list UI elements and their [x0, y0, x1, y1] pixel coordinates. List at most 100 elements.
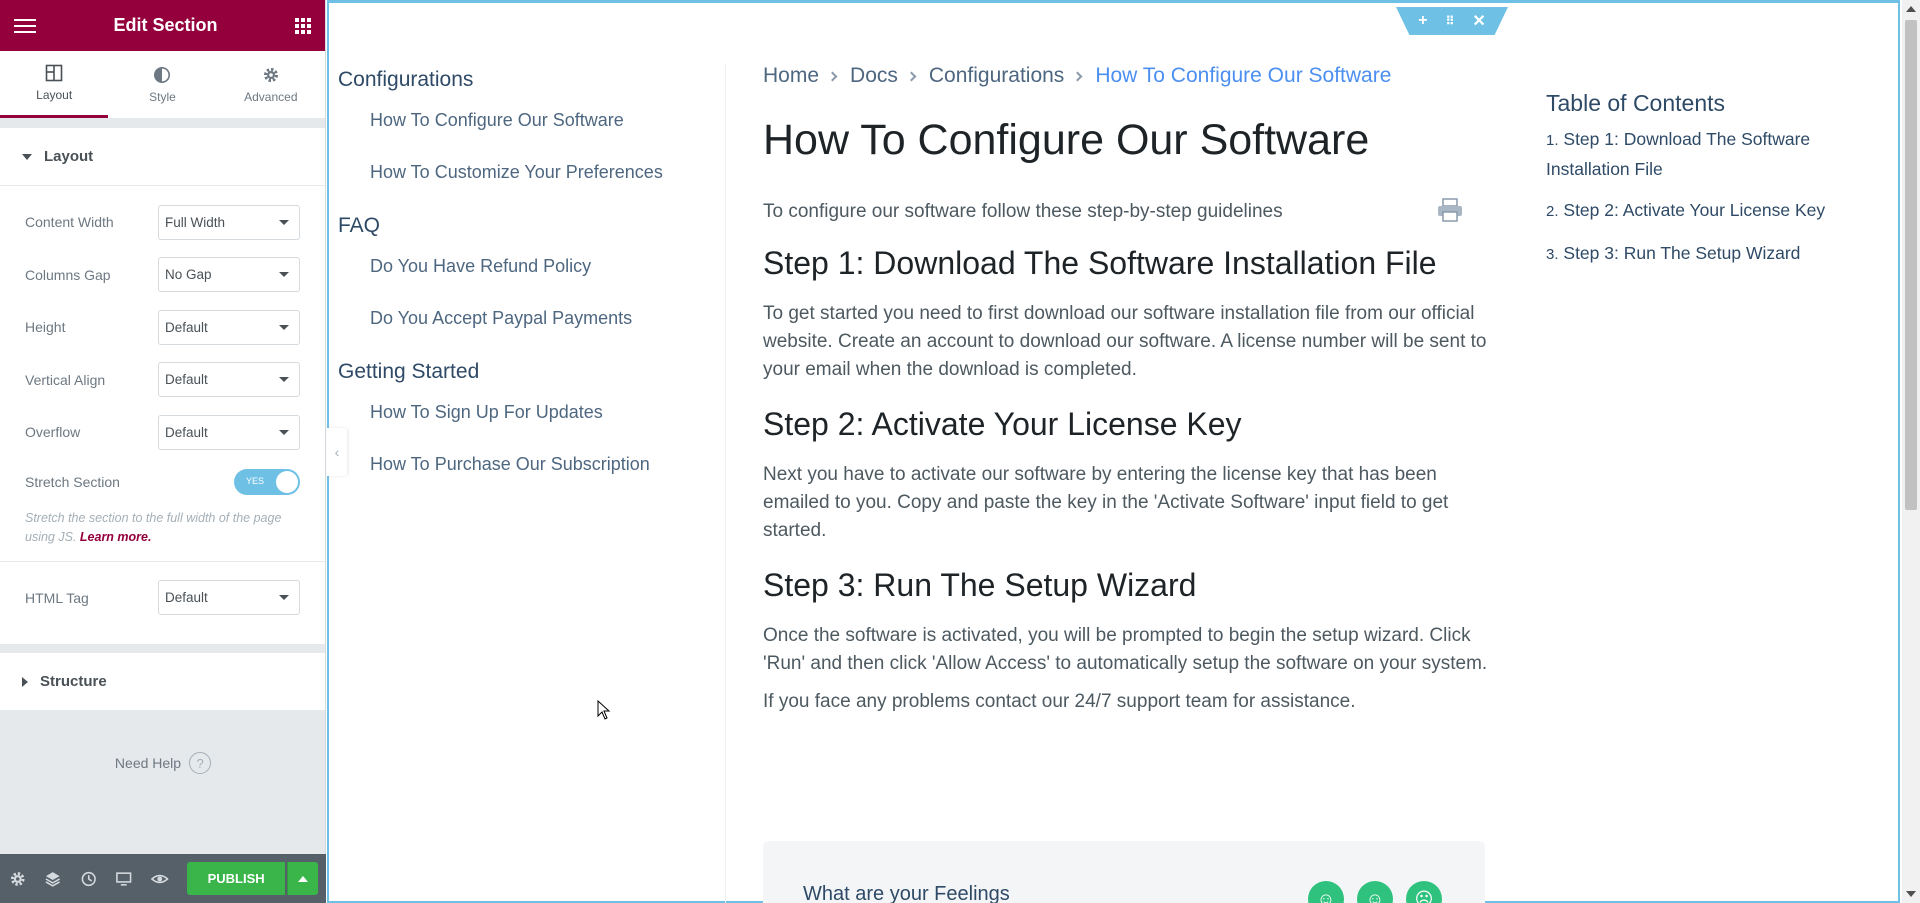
tab-style[interactable]: Style [108, 51, 216, 118]
need-help-link[interactable]: Need Help ? [0, 752, 326, 774]
vertical-align-select[interactable]: Default [158, 362, 300, 398]
docs-nav-link[interactable]: Do You Have Refund Policy [370, 256, 725, 277]
toc-number: 2. [1546, 203, 1559, 220]
control-html-tag: HTML Tag Default [25, 572, 300, 625]
dropdown-arrow-icon [279, 219, 289, 225]
toc-link[interactable]: 3. Step 3: Run The Setup Wizard [1546, 239, 1866, 269]
print-icon[interactable] [1436, 198, 1464, 222]
chevron-up-icon [297, 875, 308, 882]
height-label: Height [25, 319, 66, 336]
tab-layout-label: Layout [36, 88, 73, 102]
control-vertical-align: Vertical Align Default [25, 354, 300, 407]
scroll-thumb[interactable] [1905, 20, 1917, 510]
stretch-description-text: Stretch the section to the full width of… [25, 510, 282, 544]
docs-sidebar: Configurations How To Configure Our Soft… [338, 64, 726, 903]
history-icon[interactable] [79, 869, 98, 889]
structure-section-toggle[interactable]: Structure [0, 653, 325, 711]
stretch-section-label: Stretch Section [25, 473, 120, 490]
breadcrumb-current: How To Configure Our Software [1095, 64, 1392, 87]
vertical-align-value: Default [165, 372, 208, 388]
category-title[interactable]: Configurations [338, 68, 725, 92]
delete-section-icon[interactable]: ✕ [1472, 11, 1485, 31]
tab-layout[interactable]: Layout [0, 51, 109, 118]
layout-controls: Content Width Full Width Columns Gap No … [0, 186, 325, 644]
control-stretch-section: Stretch Section YES [25, 459, 300, 505]
tab-style-label: Style [149, 89, 176, 104]
stretch-section-toggle[interactable]: YES [234, 468, 300, 495]
sad-emoji-icon[interactable]: ☹ [1406, 881, 1442, 903]
publish-options-button[interactable] [286, 862, 319, 895]
panel-header: Edit Section [0, 0, 325, 51]
caret-down-icon [22, 153, 32, 160]
content-width-select[interactable]: Full Width [158, 204, 300, 240]
mouse-cursor-icon [597, 700, 611, 720]
step3-body: Once the software is activated, you will… [763, 625, 1488, 674]
responsive-desktop-icon[interactable] [114, 869, 133, 889]
docs-nav-link[interactable]: How To Configure Our Software [370, 110, 725, 131]
stretch-section-description: Stretch the section to the full width of… [0, 505, 325, 562]
overflow-select[interactable]: Default [158, 414, 300, 450]
columns-gap-label: Columns Gap [25, 266, 111, 283]
feedback-box: What are your Feelings ☺ ☺ ☹ [763, 841, 1485, 903]
article: Home Docs Configurations How To Configur… [763, 64, 1488, 903]
step1-heading: Step 1: Download The Software Installati… [763, 245, 1437, 281]
toc-label: Step 2: Activate Your License Key [1563, 200, 1826, 220]
settings-icon[interactable] [8, 869, 27, 889]
content-width-label: Content Width [25, 214, 114, 231]
toc-link[interactable]: 1. Step 1: Download The Software Install… [1546, 125, 1866, 183]
step2-heading: Step 2: Activate Your License Key [763, 406, 1242, 442]
article-intro: To configure our software follow these s… [763, 201, 1283, 222]
drag-handle-icon[interactable]: ⠿ [1446, 14, 1455, 28]
toggle-knob [276, 470, 298, 493]
overflow-label: Overflow [25, 424, 81, 441]
category-title[interactable]: FAQ [338, 214, 725, 238]
chevron-right-icon [827, 71, 838, 81]
panel-tabs: Layout Style Advanced [0, 51, 325, 119]
tab-advanced-label: Advanced [244, 89, 298, 104]
layout-section-toggle[interactable]: Layout [0, 128, 325, 186]
control-overflow: Overflow Default [25, 406, 300, 459]
height-select[interactable]: Default [158, 309, 300, 345]
gear-icon [263, 67, 278, 82]
section-handle[interactable]: + ⠿ ✕ [1396, 7, 1508, 35]
toc-number: 3. [1546, 246, 1559, 263]
preview-eye-icon[interactable] [150, 869, 169, 889]
docs-nav-link[interactable]: Do You Accept Paypal Payments [370, 308, 725, 329]
scroll-up-icon[interactable] [1906, 6, 1916, 12]
category-title[interactable]: Getting Started [338, 360, 725, 384]
docs-nav-link[interactable]: How To Sign Up For Updates [370, 402, 725, 423]
dropdown-arrow-icon [279, 377, 289, 383]
breadcrumb-docs[interactable]: Docs [850, 64, 898, 88]
html-tag-select[interactable]: Default [158, 580, 300, 616]
breadcrumb-configurations[interactable]: Configurations [929, 64, 1064, 88]
layout-icon [45, 64, 63, 82]
control-columns-gap: Columns Gap No Gap [25, 249, 300, 302]
scroll-down-icon[interactable] [1906, 891, 1916, 897]
breadcrumb-home[interactable]: Home [763, 64, 819, 88]
dropdown-arrow-icon [279, 595, 289, 601]
publish-button[interactable]: PUBLISH [187, 862, 285, 895]
chevron-right-icon [1072, 71, 1083, 81]
menu-icon[interactable] [14, 18, 36, 33]
navigator-layers-icon[interactable] [43, 869, 62, 889]
add-section-icon[interactable]: + [1418, 12, 1427, 30]
feedback-title: What are your Feelings [803, 883, 1010, 903]
control-height: Height Default [25, 301, 300, 354]
overflow-value: Default [165, 424, 208, 440]
tab-advanced[interactable]: Advanced [217, 51, 325, 118]
docs-nav-link[interactable]: How To Purchase Our Subscription [370, 454, 725, 475]
toc-link[interactable]: 2. Step 2: Activate Your License Key [1546, 196, 1866, 226]
widgets-grid-icon[interactable] [294, 17, 311, 34]
neutral-emoji-icon[interactable]: ☺ [1357, 881, 1393, 903]
vertical-align-label: Vertical Align [25, 371, 106, 388]
step3-heading: Step 3: Run The Setup Wizard [763, 567, 1197, 603]
happy-emoji-icon[interactable]: ☺ [1308, 881, 1344, 903]
article-title: How To Configure Our Software [763, 116, 1370, 164]
height-value: Default [165, 319, 208, 335]
closing-text: If you face any problems contact our 24/… [763, 691, 1356, 712]
learn-more-link[interactable]: Learn more. [80, 530, 152, 544]
columns-gap-select[interactable]: No Gap [158, 257, 300, 293]
toggle-yes-text: YES [246, 475, 265, 486]
docs-nav-link[interactable]: How To Customize Your Preferences [370, 162, 725, 183]
page-scrollbar[interactable] [1902, 0, 1920, 903]
